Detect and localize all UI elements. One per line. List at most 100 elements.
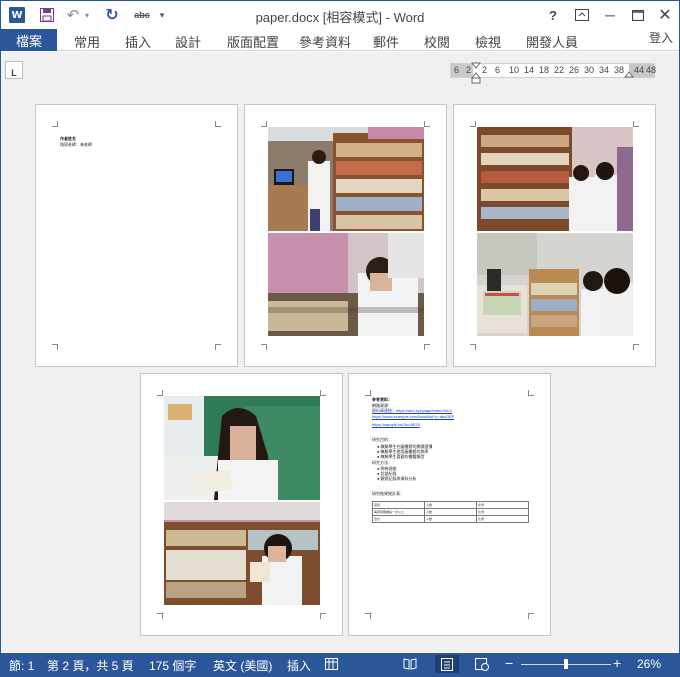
page-number-indicator[interactable]: 第 2 頁，共 5 頁 <box>47 657 134 674</box>
ribbon-tab-bar: 檔案 常用 插入 設計 版面配置 參考資料 郵件 校閱 檢視 開發人員 登入 <box>1 29 679 51</box>
crop-mark <box>424 344 430 350</box>
crop-mark <box>320 613 326 619</box>
page5-text-line: 研究方法： <box>372 460 392 465</box>
maximize-glyph <box>632 9 644 21</box>
web-page-glyph <box>475 657 489 671</box>
table-cell: 每週到圖書館一次以上 <box>372 508 425 516</box>
ruler-number: 26 <box>569 65 580 75</box>
library-photo-6[interactable] <box>164 502 320 605</box>
ruler-number: 38 <box>614 65 625 75</box>
tab-mailings[interactable]: 郵件 <box>373 32 399 51</box>
ruler-number: 44 <box>634 65 645 75</box>
zoom-slider[interactable] <box>521 659 611 669</box>
library-photo-1[interactable] <box>268 127 424 231</box>
crop-mark <box>261 344 267 350</box>
help-button[interactable]: ? <box>545 5 561 25</box>
page-4[interactable] <box>140 373 343 636</box>
page5-text-line: 研究目的： <box>372 437 392 442</box>
table-cell: 項目 <box>372 501 425 509</box>
page5-text-line: ● 瞭解學生喜歡的書籍類型 <box>377 454 425 459</box>
page-2[interactable] <box>244 104 447 367</box>
word-app-icon[interactable]: W <box>7 5 27 25</box>
crop-mark <box>215 121 221 127</box>
crop-mark <box>470 121 476 127</box>
page-1[interactable]: 作者姓名 指導老師：林老師 <box>35 104 238 367</box>
macro-grid-glyph <box>324 658 338 670</box>
tab-design[interactable]: 設計 <box>175 32 201 51</box>
macro-recording-icon[interactable] <box>323 657 339 671</box>
crop-mark <box>528 390 534 396</box>
ruler-number: 18 <box>539 65 550 75</box>
crop-mark <box>424 121 430 127</box>
page-5[interactable]: 參考資料： 網路資源： 資料庫連結：https://abc.xyz/page/ind… <box>348 373 551 636</box>
tab-stop-selector[interactable]: L <box>5 61 23 79</box>
ruler-number: 30 <box>584 65 595 75</box>
spelling-check-icon[interactable]: abc <box>131 5 153 25</box>
crop-mark <box>633 344 639 350</box>
ruler-number: 48 <box>646 65 657 75</box>
web-layout-icon[interactable] <box>474 657 490 671</box>
read-mode-icon[interactable] <box>402 657 418 671</box>
language-indicator[interactable]: 英文 (美國) <box>213 657 272 674</box>
repeat-icon[interactable]: ↻ <box>103 5 121 25</box>
book-glyph <box>403 658 417 670</box>
undo-icon[interactable]: ↶ <box>65 5 81 25</box>
ruler-number: 10 <box>509 65 520 75</box>
crop-mark <box>52 121 58 127</box>
zoom-slider-thumb[interactable] <box>564 659 568 669</box>
library-photo-2[interactable] <box>268 233 424 336</box>
crop-mark <box>470 344 476 350</box>
tab-review[interactable]: 校閱 <box>424 32 450 51</box>
tab-file[interactable]: 檔案 <box>1 29 57 51</box>
tab-insert[interactable]: 插入 <box>125 32 151 51</box>
crop-mark <box>633 121 639 127</box>
tab-layout[interactable]: 版面配置 <box>227 32 279 51</box>
page5-table: 項目 人數 比例 每週到圖書館一次以上 人數 比例 合計 人數 比例 <box>372 501 529 523</box>
page5-link[interactable]: 資料庫連結：https://abc.xyz/page/index?id=1 <box>372 408 452 413</box>
library-photo-4[interactable] <box>477 233 633 336</box>
document-workspace[interactable]: 作者姓名 指導老師：林老師 參考資料： 網路資源： 資料庫連結：https://… <box>1 92 679 652</box>
tab-home[interactable]: 常用 <box>74 32 100 51</box>
crop-mark <box>157 613 163 619</box>
title-bar: W ↶ ▾ ↻ abc ▾ paper.docx [相容模式] - Word ?… <box>1 1 679 29</box>
library-photo-5[interactable] <box>164 396 320 500</box>
status-bar: 節: 1 第 2 頁，共 5 頁 175 個字 英文 (美國) 插入 − + 2… <box>1 653 679 676</box>
save-icon[interactable] <box>37 5 57 25</box>
word-badge: W <box>9 7 25 23</box>
crop-mark <box>365 390 371 396</box>
tab-developer[interactable]: 開發人員 <box>526 32 578 51</box>
page-3[interactable] <box>453 104 656 367</box>
customize-quick-access-icon[interactable]: ▾ <box>157 5 167 25</box>
crop-mark <box>261 121 267 127</box>
zoom-out-button[interactable]: − <box>505 655 513 671</box>
sign-in-link[interactable]: 登入 <box>649 29 673 46</box>
word-count-indicator[interactable]: 175 個字 <box>149 657 196 674</box>
page5-link[interactable]: https://www.example.com/book/list?c=abcD… <box>372 414 454 419</box>
right-indent-marker-icon[interactable] <box>624 64 634 78</box>
tab-view[interactable]: 檢視 <box>475 32 501 51</box>
minimize-icon[interactable]: ─ <box>601 5 619 25</box>
crop-mark <box>365 613 371 619</box>
insert-mode-indicator[interactable]: 插入 <box>287 657 311 674</box>
ribbon-display-options-icon[interactable] <box>573 5 591 25</box>
page-glyph <box>441 657 453 671</box>
maximize-icon[interactable] <box>629 5 647 25</box>
ruler-number: 22 <box>554 65 565 75</box>
page5-link[interactable]: https://sample.tw/?id=5678 <box>372 422 420 427</box>
ruler-number: 6 <box>454 65 460 75</box>
table-cell: 比例 <box>476 515 529 523</box>
crop-mark <box>320 390 326 396</box>
library-photo-3[interactable] <box>477 127 633 231</box>
page5-text-line: 研究結果統計表： <box>372 491 404 496</box>
table-cell: 比例 <box>476 501 529 509</box>
table-row: 每週到圖書館一次以上 人數 比例 <box>372 508 529 516</box>
zoom-in-button[interactable]: + <box>613 655 621 671</box>
table-cell: 人數 <box>424 501 477 509</box>
close-icon[interactable]: ✕ <box>655 5 675 25</box>
tab-references[interactable]: 參考資料 <box>299 32 351 51</box>
indent-markers-icon[interactable] <box>471 57 481 87</box>
undo-dropdown-icon[interactable]: ▾ <box>83 5 91 25</box>
section-indicator[interactable]: 節: 1 <box>9 657 34 674</box>
zoom-level[interactable]: 26% <box>637 657 661 671</box>
print-layout-icon[interactable] <box>435 655 459 673</box>
